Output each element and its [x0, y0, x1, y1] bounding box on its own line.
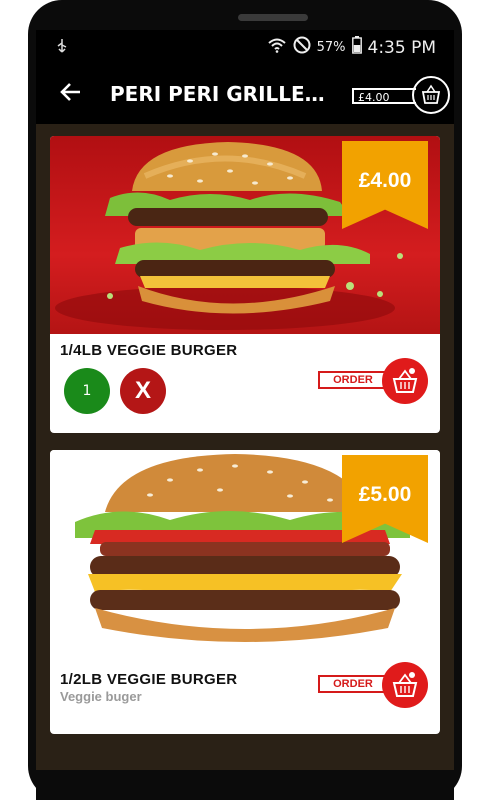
order-button[interactable]: ORDER [318, 358, 428, 404]
usb-icon [56, 38, 68, 58]
app-bar: PERI PERI GRILLED C... £4.00 [36, 66, 454, 124]
page-title: PERI PERI GRILLED C... [110, 82, 336, 106]
phone-speaker [238, 14, 308, 21]
product-description: Veggie buger [60, 689, 142, 704]
order-label: ORDER [318, 371, 388, 389]
order-basket-icon[interactable] [382, 662, 428, 708]
wifi-icon [267, 37, 287, 58]
product-image-burger: £4.00 [50, 136, 440, 334]
clock-time: 4:35 PM [367, 37, 437, 58]
cart-basket-icon[interactable] [412, 76, 450, 114]
battery-percent: 57% [316, 40, 346, 55]
product-name: 1/4LB VEGGIE BURGER [60, 342, 238, 359]
status-bar: 57% 4:35 PM [36, 30, 454, 66]
app-screen: 57% 4:35 PM PERI PERI GRILLED C... £4.00 [36, 30, 454, 770]
quantity-badge[interactable]: 1 [64, 368, 110, 414]
cart-total[interactable]: £4.00 [352, 88, 416, 104]
back-arrow-icon[interactable] [60, 78, 82, 108]
order-button[interactable]: ORDER [318, 662, 428, 708]
product-card[interactable]: £5.00 1/2LB VEGGIE BURGER Veggie buger O… [50, 450, 440, 734]
order-basket-icon[interactable] [382, 358, 428, 404]
order-label: ORDER [318, 675, 388, 693]
phone-bottom-bezel [36, 770, 454, 800]
battery-icon [351, 36, 362, 59]
remove-button[interactable]: X [120, 368, 166, 414]
product-card[interactable]: £4.00 1/4LB VEGGIE BURGER 1 X ORDER [50, 136, 440, 433]
product-image-burger: £5.00 [50, 450, 440, 650]
product-name: 1/2LB VEGGIE BURGER [60, 671, 238, 688]
menu-list: £4.00 1/4LB VEGGIE BURGER 1 X ORDER £5.0… [36, 124, 454, 770]
do-not-disturb-icon [293, 36, 311, 59]
